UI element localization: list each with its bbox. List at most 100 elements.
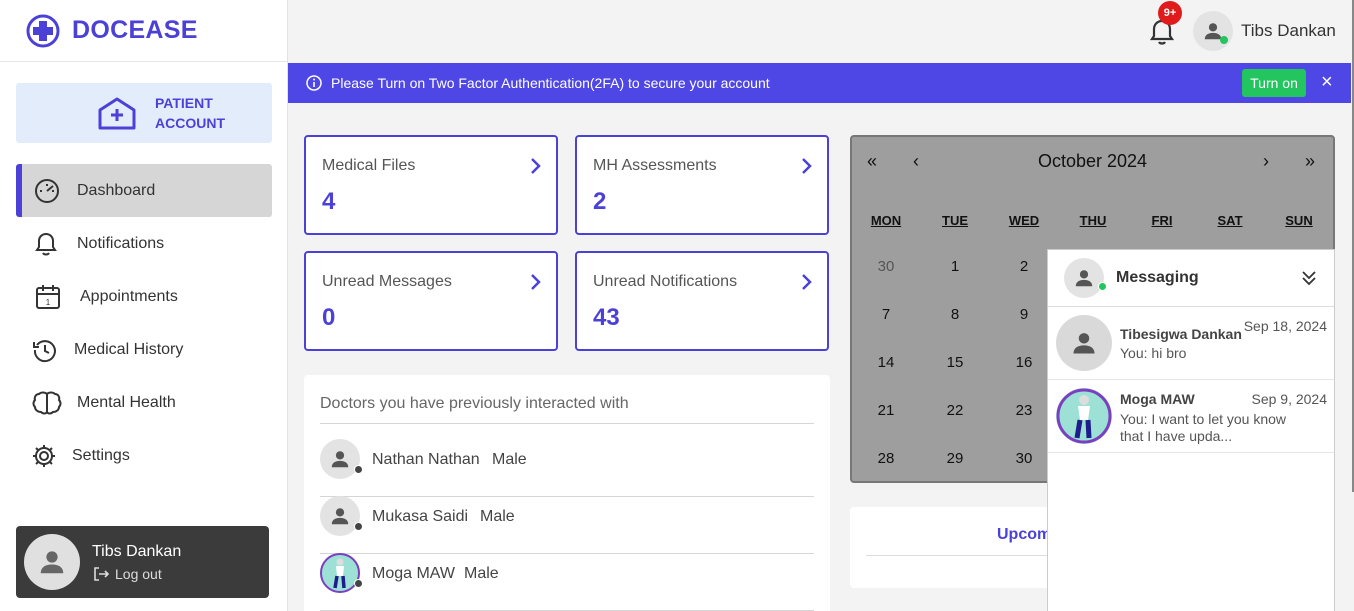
calendar-month-label[interactable]: October 2024 (1038, 151, 1147, 172)
notification-count-badge: 9+ (1158, 1, 1182, 25)
weekday-label: FRI (1151, 213, 1173, 228)
bell-icon (35, 232, 57, 255)
messaging-title: Messaging (1116, 269, 1199, 286)
weekday-label: TUE (942, 213, 968, 228)
conversation-date: Sep 18, 2024 (1243, 318, 1327, 334)
user-avatar[interactable] (1193, 11, 1233, 51)
card-value: 2 (593, 188, 607, 215)
doctor-name: Nathan Nathan (372, 451, 480, 468)
card-value: 43 (593, 304, 620, 331)
person-icon (1073, 333, 1095, 354)
upcoming-title: Upcom (997, 526, 1052, 543)
calendar-day[interactable]: 7 (852, 306, 920, 323)
unread-messages-card[interactable]: Unread Messages 0 (304, 251, 558, 351)
calendar-day[interactable]: 28 (852, 450, 920, 467)
medical-files-card[interactable]: Medical Files 4 (304, 135, 558, 235)
calendar-last-button[interactable]: » (1305, 151, 1315, 172)
person-icon (331, 451, 349, 468)
gear-icon (33, 444, 55, 467)
doctor-name: Moga MAW (372, 565, 455, 582)
calendar-day[interactable]: 29 (921, 450, 989, 467)
unread-notifications-card[interactable]: Unread Notifications 43 (575, 251, 829, 351)
2fa-message: Please Turn on Two Factor Authentication… (331, 75, 770, 91)
logout-link[interactable]: Log out (93, 566, 162, 582)
sidebar-item-mental-health[interactable]: Mental Health (16, 376, 272, 429)
card-title: MH Assessments (593, 157, 717, 174)
weekday-label: MON (870, 213, 902, 228)
weekday-label: SAT (1217, 213, 1243, 228)
status-dot (354, 579, 363, 588)
chevron-right-icon (802, 158, 812, 174)
sidebar-item-label: Settings (72, 446, 130, 464)
sidebar-item-dashboard[interactable]: Dashboard (16, 164, 272, 217)
calendar-first-button[interactable]: « (867, 151, 877, 172)
account-type-line2: ACCOUNT (155, 115, 225, 131)
messaging-panel: Messaging Tibesigwa Dankan Sep 18, 2024 … (1047, 249, 1335, 611)
sidebar-item-notifications[interactable]: Notifications (16, 217, 272, 270)
calendar-day[interactable]: 22 (921, 402, 989, 419)
sidebar-user-card: Tibs Dankan Log out (16, 526, 269, 598)
doctor-gender: Male (480, 508, 515, 525)
doctor-row[interactable]: Moga MAW Male (320, 546, 814, 603)
messaging-header[interactable]: Messaging (1048, 250, 1334, 307)
calendar-day[interactable]: 30 (852, 258, 920, 275)
avatar (320, 439, 360, 479)
avatar-photo (1056, 388, 1112, 444)
calendar-day[interactable]: 15 (921, 354, 989, 371)
gauge-icon (35, 178, 59, 203)
brain-icon (32, 391, 62, 414)
conversation-preview: You: hi bro (1120, 345, 1187, 361)
online-status-dot (1098, 282, 1107, 291)
medical-cross-logo-icon (26, 14, 60, 47)
doctor-gender: Male (464, 565, 499, 582)
sidebar-item-medical-history[interactable]: Medical History (16, 323, 272, 376)
weekday-label: THU (1079, 213, 1107, 228)
house-plus-icon (98, 97, 136, 130)
calendar-day[interactable]: 1 (921, 258, 989, 275)
avatar (320, 496, 360, 536)
turn-on-2fa-button[interactable]: Turn on (1242, 69, 1306, 97)
calendar-day[interactable]: 21 (852, 402, 920, 419)
person-icon (1075, 270, 1093, 287)
status-dot (354, 522, 363, 531)
conversation-item[interactable]: Tibesigwa Dankan Sep 18, 2024 You: hi br… (1048, 307, 1334, 380)
card-value: 4 (322, 188, 336, 215)
calendar-day[interactable]: 8 (921, 306, 989, 323)
avatar (1056, 315, 1112, 371)
profile-photo-icon (320, 553, 360, 593)
calendar-prev-button[interactable]: ‹ (913, 151, 919, 172)
brand[interactable]: DOCEASE (0, 0, 287, 62)
sidebar: DOCEASE PATIENT ACCOUNT Dashboard Notifi (0, 0, 288, 611)
previous-doctors-panel: Doctors you have previously interacted w… (304, 375, 830, 611)
chevron-right-icon (531, 274, 541, 290)
calendar-icon: 1 (36, 284, 60, 309)
conversation-preview: You: I want to let you know that I have … (1120, 411, 1287, 444)
sidebar-nav: Dashboard Notifications 1 Appointments M… (16, 164, 272, 482)
online-status-dot (1220, 36, 1228, 44)
conversation-item[interactable]: Moga MAW Sep 9, 2024 You: I want to let … (1048, 380, 1334, 453)
profile-photo-icon (1056, 388, 1112, 444)
doctor-row[interactable]: Mukasa Saidi Male (320, 489, 814, 546)
close-banner-icon[interactable]: × (1321, 71, 1333, 94)
mh-assessments-card[interactable]: MH Assessments 2 (575, 135, 829, 235)
calendar-next-button[interactable]: › (1263, 151, 1269, 172)
sidebar-item-settings[interactable]: Settings (16, 429, 272, 482)
chevron-right-icon (531, 158, 541, 174)
previous-doctors-title: Doctors you have previously interacted w… (320, 395, 629, 412)
logout-icon (94, 567, 109, 581)
calendar-day[interactable]: 14 (852, 354, 920, 371)
sidebar-item-label: Notifications (77, 234, 165, 252)
account-type-label: PATIENT ACCOUNT (155, 93, 225, 133)
svg-text:1: 1 (46, 298, 51, 307)
sidebar-item-appointments[interactable]: 1 Appointments (16, 270, 272, 323)
account-type-card: PATIENT ACCOUNT (16, 83, 272, 143)
card-title: Unread Messages (322, 273, 452, 290)
person-icon (40, 551, 64, 574)
user-name[interactable]: Tibs Dankan (1241, 21, 1336, 41)
doctor-row[interactable]: Nathan Nathan Male (320, 432, 814, 489)
divider (320, 423, 814, 424)
conversation-date: Sep 9, 2024 (1251, 391, 1327, 407)
double-chevron-down-icon[interactable] (1300, 269, 1318, 287)
sidebar-user-name: Tibs Dankan (92, 543, 182, 560)
sidebar-item-label: Dashboard (77, 181, 156, 199)
